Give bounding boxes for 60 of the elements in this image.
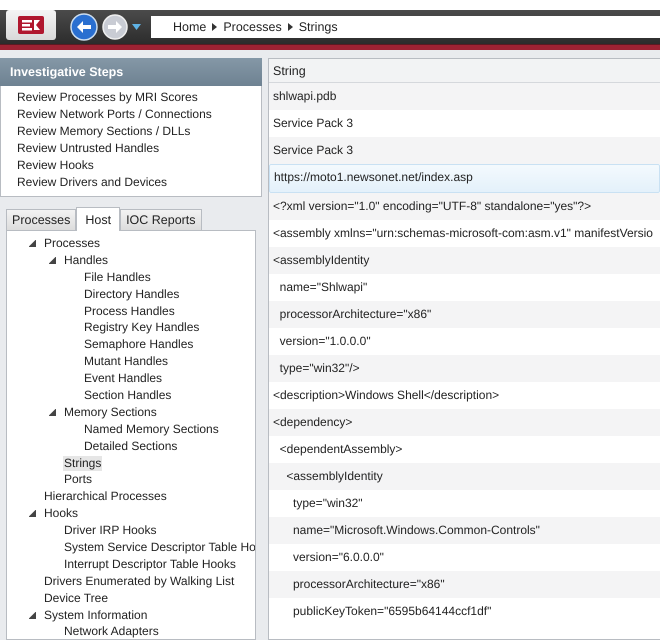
back-button[interactable] [70,13,98,41]
expander-icon[interactable] [49,256,56,264]
breadcrumb-link[interactable]: Processes [223,20,282,34]
panel-header: Investigative Steps [0,58,262,86]
tree-item[interactable]: Interrupt Descriptor Table Hooks [63,556,237,572]
tree-item[interactable]: System Information [43,608,148,623]
tree-item[interactable]: Hierarchical Processes [43,489,168,504]
table-row[interactable]: <dependency> [269,409,660,436]
tree-item[interactable]: Memory Sections [63,404,158,420]
tree-item[interactable]: Device Tree [43,590,110,606]
table-row[interactable]: <assemblyIdentity [269,463,660,490]
table-row[interactable]: type="win32"/> [269,355,660,382]
expander-icon[interactable] [29,240,36,247]
tree-item[interactable]: File Handles [83,270,152,285]
step-link[interactable]: Review Hooks [17,157,261,174]
tree-item[interactable]: Registry Key Handles [83,320,200,336]
tree-item[interactable]: Semaphore Handles [83,337,194,352]
column-header[interactable]: String [269,64,306,78]
tree-item[interactable]: Detailed Sections [83,438,178,454]
forward-button[interactable] [102,14,128,40]
tree-item[interactable]: Driver IRP Hooks [63,523,158,538]
table-row[interactable]: processorArchitecture="x86" [269,301,660,328]
tree-item[interactable]: Named Memory Sections [83,422,220,437]
tree-item[interactable]: Network Adapters [63,624,160,639]
step-link[interactable]: Review Untrusted Handles [17,140,261,157]
breadcrumb-link[interactable]: Strings [298,20,338,34]
table-row[interactable]: name="Microsoft.Windows.Common-Controls" [269,517,660,544]
separator-icon [288,23,293,31]
tree-item[interactable]: Directory Handles [83,286,180,302]
tree-item[interactable]: Ports [63,472,94,488]
tab[interactable]: Processes [6,209,76,230]
tree-item[interactable]: Processes [43,236,102,251]
expander-icon[interactable] [29,612,36,619]
logo-icon[interactable] [6,10,56,40]
table-row[interactable]: Service Pack 3 [269,137,660,164]
table-row[interactable]: https://moto1.newsonet.net/index.asp [269,164,660,193]
table-row[interactable]: <?xml version="1.0" encoding="UTF-8" standalone="yes"?> [269,193,660,220]
expander-icon[interactable] [29,510,36,518]
tree-item[interactable]: System Service Descriptor Table Ho [63,540,255,555]
tab[interactable]: IOC Reports [120,209,202,230]
step-link[interactable]: Review Drivers and Devices [17,174,261,191]
tree-item[interactable]: Mutant Handles [83,354,170,370]
tree-item[interactable]: Handles [63,252,110,268]
step-link[interactable]: Review Memory Sections / DLLs [17,123,261,140]
tree-item[interactable]: Event Handles [83,371,164,386]
tab[interactable]: Host [76,207,120,231]
tree-item[interactable]: Section Handles [83,388,172,403]
breadcrumb-link[interactable]: Home [173,20,206,34]
separator-icon [212,23,218,31]
table-row[interactable]: shlwapi.pdb [269,83,660,110]
tree-item[interactable]: Strings [63,456,102,471]
tree-item[interactable]: Hooks [43,506,80,522]
table-row[interactable]: <assemblyIdentity [269,247,660,274]
step-link[interactable]: Review Network Ports / Connections [17,106,261,123]
expander-icon[interactable] [49,408,56,416]
step-link[interactable]: Review Processes by MRI Scores [17,89,261,106]
tree-item[interactable]: Process Handles [83,304,176,318]
table-row[interactable]: processorArchitecture="x86" [269,571,660,598]
tree-item[interactable]: Drivers Enumerated by Walking List [43,574,236,589]
dropdown-caret-icon[interactable] [132,24,141,30]
